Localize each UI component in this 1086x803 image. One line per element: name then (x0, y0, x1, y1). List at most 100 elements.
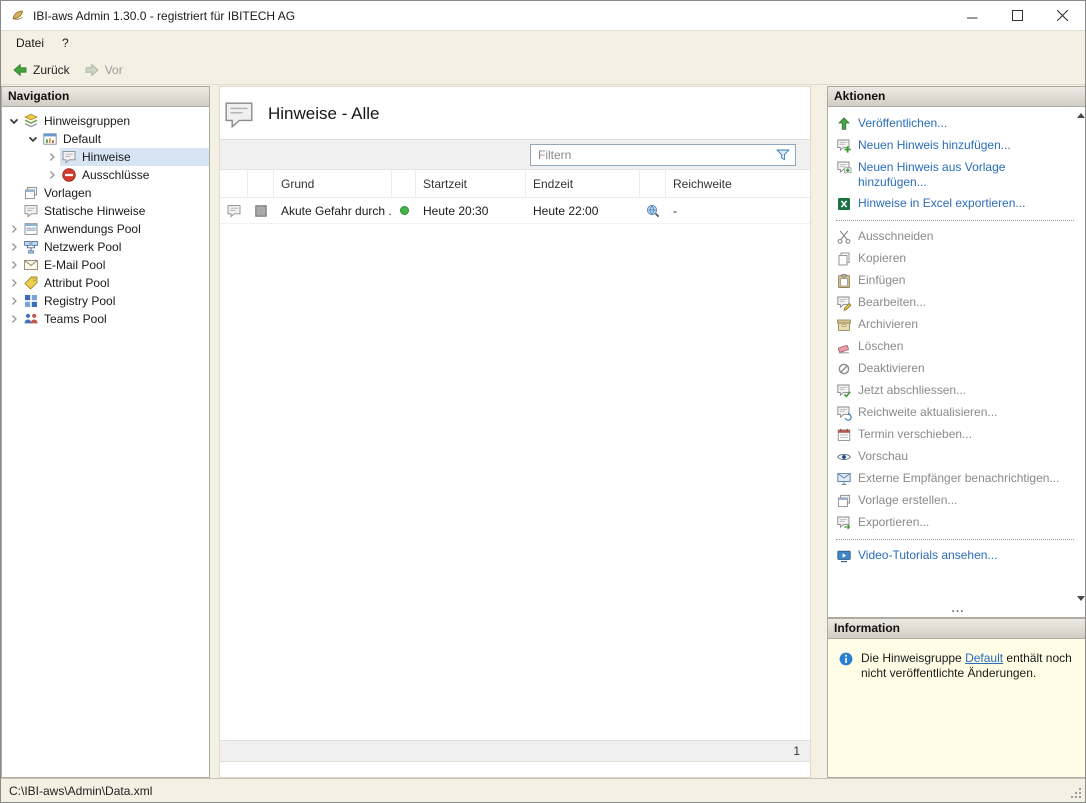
nav-item-vorlagen[interactable]: Vorlagen (2, 184, 209, 202)
nav-item-hinweise[interactable]: Hinweise (2, 148, 209, 166)
nav-item-body: Hinweise (60, 148, 209, 166)
nav-item-netzwerk-pool[interactable]: Netzwerk Pool (2, 238, 209, 256)
deactivate-icon (836, 361, 852, 377)
chevron-collapsed-icon[interactable] (44, 167, 60, 183)
statusbar: C:\IBI-aws\Admin\Data.xml (1, 778, 1085, 802)
notify-icon (836, 471, 852, 487)
chevron-collapsed-icon[interactable] (6, 257, 22, 273)
resize-grip[interactable] (1071, 787, 1082, 798)
information-body: Die Hinweisgruppe Default enthält noch n… (828, 639, 1086, 777)
chevron-spacer (6, 203, 22, 219)
info-default-link[interactable]: Default (965, 651, 1003, 665)
chevron-expanded-icon[interactable] (6, 113, 22, 129)
cell-reichweite: - (666, 204, 810, 218)
column-header-endzeit[interactable]: Endzeit (526, 170, 640, 197)
forward-arrow-icon (84, 62, 100, 78)
menu-datei[interactable]: Datei (7, 33, 53, 53)
maximize-button[interactable] (995, 1, 1040, 30)
cell-grund: Akute Gefahr durch ... (274, 204, 392, 218)
filter-funnel-icon[interactable] (775, 147, 791, 163)
nav-item-label: Attribut Pool (42, 276, 113, 290)
action-vorlage-erstellen[interactable]: Vorlage erstellen... (836, 490, 1080, 512)
action-bearbeiten[interactable]: Bearbeiten... (836, 292, 1080, 314)
action-label: Video-Tutorials ansehen... (858, 548, 997, 563)
action-hinweise-in-excel-exportieren[interactable]: Hinweise in Excel exportieren... (836, 193, 1080, 215)
action-deaktivieren[interactable]: Deaktivieren (836, 358, 1080, 380)
nav-item-e-mail-pool[interactable]: E-Mail Pool (2, 256, 209, 274)
menu-help[interactable]: ? (53, 33, 78, 53)
actions-header: Aktionen (828, 87, 1086, 107)
scroll-down-button[interactable] (1077, 596, 1085, 601)
action-label: Reichweite aktualisieren... (858, 405, 997, 420)
window-controls (950, 1, 1085, 30)
application-pool-icon (23, 221, 39, 237)
nav-item-ausschl-sse[interactable]: Ausschlüsse (2, 166, 209, 184)
action-ausschneiden[interactable]: Ausschneiden (836, 226, 1080, 248)
filter-box (530, 144, 796, 166)
chevron-collapsed-icon[interactable] (6, 221, 22, 237)
action-l-schen[interactable]: Löschen (836, 336, 1080, 358)
column-header-status[interactable] (392, 170, 416, 197)
nav-item-teams-pool[interactable]: Teams Pool (2, 310, 209, 328)
information-text: Die Hinweisgruppe Default enthält noch n… (861, 651, 1078, 681)
nav-item-registry-pool[interactable]: Registry Pool (2, 292, 209, 310)
column-header-grund[interactable]: Grund (274, 170, 392, 197)
column-header-reichweite[interactable]: Reichweite (666, 170, 810, 197)
scroll-up-button[interactable] (1077, 113, 1085, 118)
archive-icon (836, 317, 852, 333)
nav-item-label: Statische Hinweise (42, 204, 149, 218)
forward-button[interactable]: Vor (77, 58, 130, 82)
nav-item-body: Netzwerk Pool (22, 238, 209, 256)
table-row[interactable]: Akute Gefahr durch ... Heute 20:30 Heute… (220, 198, 810, 224)
action-einf-gen[interactable]: Einfügen (836, 270, 1080, 292)
column-header-hint-icon[interactable] (220, 170, 248, 197)
action-vorschau[interactable]: Vorschau (836, 446, 1080, 468)
navigation-header: Navigation (2, 87, 209, 107)
chevron-collapsed-icon[interactable] (6, 293, 22, 309)
information-header: Information (828, 619, 1086, 639)
column-header-reach-icon[interactable] (640, 170, 666, 197)
reach-globe-icon (645, 203, 661, 219)
chevron-expanded-icon[interactable] (25, 131, 41, 147)
action-neuen-hinweis-hinzuf-gen[interactable]: Neuen Hinweis hinzufügen... (836, 135, 1080, 157)
chevron-collapsed-icon[interactable] (6, 275, 22, 291)
action-video-tutorials-ansehen[interactable]: Video-Tutorials ansehen... (836, 545, 1080, 567)
action-neuen-hinweis-aus-vorlage-hinzuf-gen[interactable]: Neuen Hinweis aus Vorlage hinzufügen... (836, 157, 1080, 193)
static-hints-icon (23, 203, 39, 219)
paste-icon (836, 273, 852, 289)
nav-item-anwendungs-pool[interactable]: Anwendungs Pool (2, 220, 209, 238)
action-archivieren[interactable]: Archivieren (836, 314, 1080, 336)
action-label: Ausschneiden (858, 229, 933, 244)
minimize-button[interactable] (950, 1, 995, 30)
nav-item-default[interactable]: Default (2, 130, 209, 148)
nav-item-label: Anwendungs Pool (42, 222, 145, 236)
exclusions-icon (61, 167, 77, 183)
close-button[interactable] (1040, 1, 1085, 30)
chevron-collapsed-icon[interactable] (6, 311, 22, 327)
action-reichweite-aktualisieren[interactable]: Reichweite aktualisieren... (836, 402, 1080, 424)
nav-item-hinweisgruppen[interactable]: Hinweisgruppen (2, 112, 209, 130)
filter-input[interactable] (531, 148, 775, 162)
chevron-collapsed-icon[interactable] (6, 239, 22, 255)
column-header-startzeit[interactable]: Startzeit (416, 170, 526, 197)
publish-icon (836, 116, 852, 132)
back-button[interactable]: Zurück (5, 58, 77, 82)
action-kopieren[interactable]: Kopieren (836, 248, 1080, 270)
nav-item-body: Attribut Pool (22, 274, 209, 292)
action-label: Exportieren... (858, 515, 929, 530)
action-termin-verschieben[interactable]: Termin verschieben... (836, 424, 1080, 446)
nav-item-body: Default (41, 130, 209, 148)
action-ver-ffentlichen[interactable]: Veröffentlichen... (836, 113, 1080, 135)
action-externe-empf-nger-benachrichtigen[interactable]: Externe Empfänger benachrichtigen... (836, 468, 1080, 490)
template-icon (836, 493, 852, 509)
column-header-priority[interactable] (248, 170, 274, 197)
nav-item-body: Statische Hinweise (22, 202, 209, 220)
chevron-collapsed-icon[interactable] (44, 149, 60, 165)
calendar-icon (836, 427, 852, 443)
nav-item-statische-hinweise[interactable]: Statische Hinweise (2, 202, 209, 220)
action-exportieren[interactable]: Exportieren... (836, 512, 1080, 534)
action-jetzt-abschliessen[interactable]: Jetzt abschliessen... (836, 380, 1080, 402)
table-header-row: Grund Startzeit Endzeit Reichweite (220, 170, 810, 198)
filter-band (220, 140, 810, 170)
nav-item-attribut-pool[interactable]: Attribut Pool (2, 274, 209, 292)
